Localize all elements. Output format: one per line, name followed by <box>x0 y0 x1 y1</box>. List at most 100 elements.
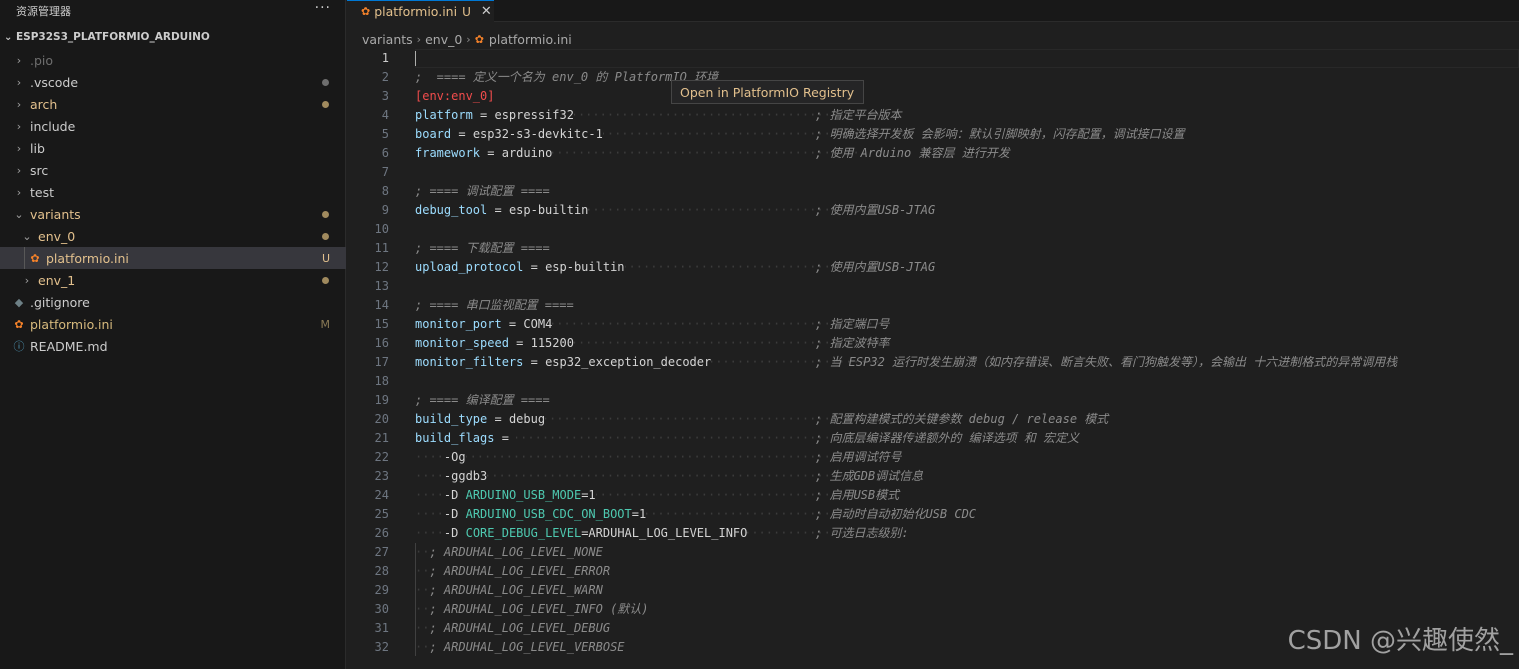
tree-label: env_0 <box>38 228 76 244</box>
code-line[interactable]: 5 ······································… <box>347 125 1519 144</box>
breadcrumb-item-variants[interactable]: variants <box>362 32 413 47</box>
line-number: 30 <box>374 602 389 616</box>
inline-comment: ; 指定平台版本 <box>815 108 902 122</box>
tree-folder-pio[interactable]: › .pio <box>0 49 346 71</box>
inline-comment: ; 明确选择开发板 会影响：默认引脚映射，闪存配置，调试接口设置 <box>815 127 1185 141</box>
modified-dot-icon <box>322 101 329 108</box>
tree-folder-env0[interactable]: ⌄ env_0 <box>0 225 346 247</box>
config-key: upload_protocol <box>415 260 524 274</box>
tree-folder-variants[interactable]: ⌄ variants <box>0 203 346 225</box>
tree-folder-test[interactable]: › test <box>0 181 346 203</box>
code-line[interactable]: 30 ··; ARDUHAL_LOG_LEVEL_INFO (默认) <box>347 600 1519 619</box>
code-editor[interactable]: 1 2; ==== 定义一个名为 env_0 的 PlatformIO 环境 3 [e… <box>347 49 1519 669</box>
tree-folder-env1[interactable]: › env_1 <box>0 269 346 291</box>
more-actions-icon[interactable]: ··· <box>315 0 331 16</box>
code-line[interactable]: 10 <box>347 220 1519 239</box>
modified-dot-icon <box>322 233 329 240</box>
comment: ; ==== 下载配置 ==== <box>415 241 550 255</box>
code-line[interactable]: 17 ·····································… <box>347 353 1519 372</box>
tree-folder-arch[interactable]: › arch <box>0 93 346 115</box>
code-line[interactable]: 27 ··; ARDUHAL_LOG_LEVEL_NONE <box>347 543 1519 562</box>
inline-comment: ; 指定波特率 <box>815 336 890 350</box>
tree-label: arch <box>30 96 58 112</box>
tab-status-badge: U <box>462 4 471 19</box>
code-token: = <box>487 412 509 426</box>
code-line[interactable]: 18 <box>347 372 1519 391</box>
code-line[interactable]: 13 <box>347 277 1519 296</box>
code-content: ; ==== 编译配置 ==== <box>415 391 550 410</box>
code-line[interactable]: 23 ·····································… <box>347 467 1519 486</box>
code-line[interactable]: 22 ·····································… <box>347 448 1519 467</box>
line-number: 17 <box>374 355 389 369</box>
code-line[interactable]: 19 ; ==== 编译配置 ==== <box>347 391 1519 410</box>
whitespace-dots: ········································… <box>419 450 882 464</box>
tab-label: platformio.ini <box>374 4 458 19</box>
project-root[interactable]: ⌄ ESP32S3_PLATFORMIO_ARDUINO <box>0 26 345 48</box>
chevron-right-icon: › <box>466 32 471 46</box>
code-line[interactable]: 7 <box>347 163 1519 182</box>
platformio-icon: ✿ <box>30 251 40 265</box>
build-flag: -ggdb3 <box>443 469 488 483</box>
code-line[interactable]: 24 ·····································… <box>347 486 1519 505</box>
tree-file-gitignore[interactable]: ◆ .gitignore <box>0 291 346 313</box>
breadcrumb-item-env0[interactable]: env_0 <box>425 32 462 47</box>
inline-comment: ; 使用内置USB-JTAG <box>815 260 936 274</box>
build-flag: -D <box>443 526 459 540</box>
registry-tooltip[interactable]: Open in PlatformIO Registry <box>671 80 864 104</box>
code-token: = <box>523 355 546 369</box>
code-line[interactable]: 15 ·····································… <box>347 315 1519 334</box>
tree-folder-vscode[interactable]: › .vscode <box>0 71 346 93</box>
breadcrumb-item-file[interactable]: platformio.ini <box>489 32 572 47</box>
code-content: ; ==== 调试配置 ==== <box>415 182 550 201</box>
section-header: [env:env_0] <box>415 89 495 103</box>
line-number: 6 <box>381 146 389 160</box>
code-content: build_flags = <box>415 429 517 448</box>
macro-value: 1 <box>588 488 596 502</box>
code-line[interactable]: 9 ······································… <box>347 201 1519 220</box>
line-number: 26 <box>374 526 389 540</box>
tab-platformio-ini[interactable]: ✿ platformio.ini U ✕ <box>347 0 494 22</box>
code-line[interactable]: 1 <box>347 49 1519 68</box>
code-content: ; ==== 串口监视配置 ==== <box>415 296 574 315</box>
watermark: CSDN @兴趣使然_ <box>1287 626 1513 656</box>
tree-folder-lib[interactable]: › lib <box>0 137 346 159</box>
code-line[interactable]: 2; ==== 定义一个名为 env_0 的 PlatformIO 环境 <box>347 68 1519 87</box>
tree-label: lib <box>30 140 45 156</box>
code-line[interactable]: 11 ; ==== 下载配置 ==== <box>347 239 1519 258</box>
code-line[interactable]: 4 ······································… <box>347 106 1519 125</box>
tree-file-platformio[interactable]: ✿ platformio.ini M <box>0 313 346 335</box>
line-number: 24 <box>374 488 389 502</box>
chevron-down-icon: ⌄ <box>4 31 13 43</box>
config-key: debug_tool <box>415 203 488 217</box>
config-key: board <box>415 127 452 141</box>
code-line[interactable]: 28 ··; ARDUHAL_LOG_LEVEL_ERROR <box>347 562 1519 581</box>
code-line[interactable]: 12 ·····································… <box>347 258 1519 277</box>
macro-value: 1 <box>639 507 647 521</box>
tree-file-readme[interactable]: ⓘ README.md <box>0 335 346 357</box>
code-token: ···· <box>415 450 444 464</box>
line-number: 5 <box>381 127 389 141</box>
tree-folder-include[interactable]: › include <box>0 115 346 137</box>
code-line[interactable]: 16 ·····································… <box>347 334 1519 353</box>
close-icon[interactable]: ✕ <box>481 4 492 19</box>
code-line[interactable]: 26 ·····································… <box>347 524 1519 543</box>
code-line[interactable]: 29 ··; ARDUHAL_LOG_LEVEL_WARN <box>347 581 1519 600</box>
code-token: = <box>501 317 524 331</box>
code-line[interactable]: 20 ·····································… <box>347 410 1519 429</box>
code-token: ·· <box>415 583 430 597</box>
code-line[interactable]: 8 ; ==== 调试配置 ==== <box>347 182 1519 201</box>
code-line[interactable]: 14 ; ==== 串口监视配置 ==== <box>347 296 1519 315</box>
code-content: ····-Og <box>415 448 466 467</box>
code-line[interactable]: 25 ·····································… <box>347 505 1519 524</box>
line-number: 21 <box>374 431 389 445</box>
code-token: ···· <box>415 469 444 483</box>
tree-file-env0-platformio[interactable]: ✿ platformio.ini U <box>0 247 346 269</box>
code-line[interactable]: 3 [env:env_0] <box>347 87 1519 106</box>
editor-tab-bar: ✿ platformio.ini U ✕ <box>347 0 1519 22</box>
code-content: ····-ggdb3 <box>415 467 488 486</box>
code-line[interactable]: 6 ······································… <box>347 144 1519 163</box>
code-line[interactable]: 21 ·····································… <box>347 429 1519 448</box>
git-file-icon: ◆ <box>14 295 24 309</box>
tree-folder-src[interactable]: › src <box>0 159 346 181</box>
